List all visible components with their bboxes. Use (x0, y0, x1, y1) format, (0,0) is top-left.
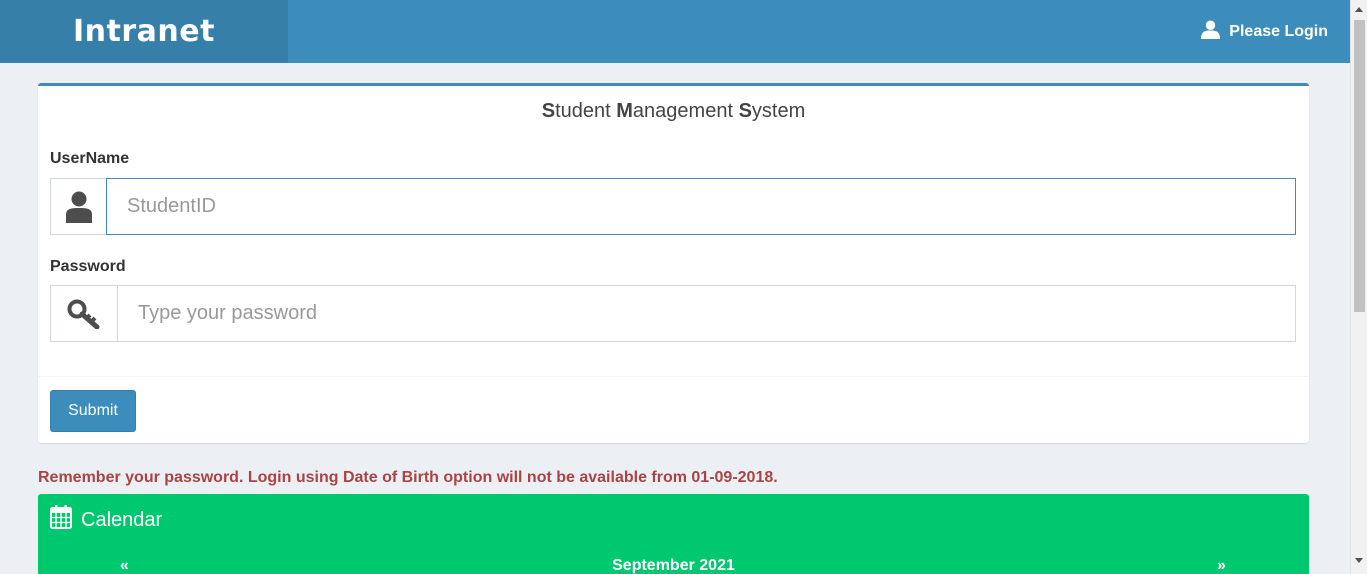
user-icon (50, 178, 106, 235)
app-logo[interactable]: Intranet (0, 0, 288, 63)
top-navbar: Intranet Please Login (0, 0, 1350, 63)
title-rest-1: tudent (555, 100, 611, 122)
page-title: Student Management System (38, 100, 1309, 123)
calendar-icon (50, 505, 81, 535)
calendar-header: Calendar (50, 505, 162, 535)
calendar-month-label[interactable]: September 2021 (38, 557, 1309, 574)
key-icon (50, 285, 117, 342)
box-footer: Submit (38, 376, 1309, 443)
please-login-label: Please Login (1229, 22, 1328, 40)
title-rest-2: anagement (632, 100, 733, 122)
username-input[interactable] (106, 178, 1296, 235)
login-box: Student Management System UserName Passw… (38, 83, 1309, 443)
scroll-up-arrow-icon[interactable] (1355, 7, 1363, 12)
title-initial-2: M (616, 100, 633, 122)
please-login-link[interactable]: Please Login (1201, 0, 1328, 63)
username-input-group (50, 178, 1296, 235)
user-icon (1201, 19, 1229, 44)
submit-button[interactable]: Submit (50, 390, 136, 432)
username-label: UserName (50, 150, 130, 167)
calendar-next-button[interactable]: » (1217, 557, 1226, 574)
title-initial-3: S (738, 100, 752, 122)
password-input[interactable] (117, 285, 1296, 342)
title-initial-1: S (541, 100, 556, 122)
password-notice: Remember your password. Login using Date… (38, 469, 778, 486)
title-rest-3: ystem (751, 100, 806, 122)
page-scrollbar[interactable] (1350, 0, 1367, 574)
scroll-down-arrow-icon[interactable] (1355, 558, 1363, 563)
calendar-title: Calendar (81, 508, 163, 531)
calendar-widget: Calendar « September 2021 » (38, 494, 1309, 574)
password-label: Password (50, 258, 126, 275)
password-input-group (50, 285, 1296, 342)
scroll-thumb[interactable] (1354, 20, 1365, 312)
